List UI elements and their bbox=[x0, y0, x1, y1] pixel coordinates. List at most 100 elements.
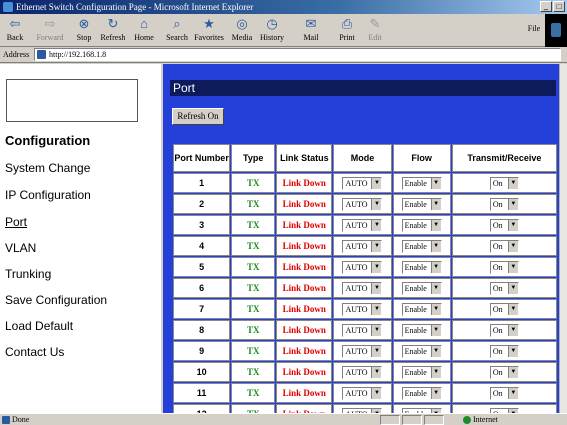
search-button[interactable]: ⌕ Search bbox=[164, 17, 190, 43]
flow-select[interactable]: Enable▼ bbox=[401, 344, 442, 358]
address-input[interactable]: http://192.168.1.8 bbox=[34, 48, 561, 61]
flow-select[interactable]: Enable▼ bbox=[401, 260, 442, 274]
dropdown-arrow-icon: ▼ bbox=[430, 303, 441, 315]
nav-ip-configuration[interactable]: IP Configuration bbox=[5, 188, 91, 202]
transmit-receive-select[interactable]: On▼ bbox=[489, 281, 519, 295]
print-button[interactable]: ⎙ Print bbox=[336, 17, 358, 43]
col-mode: Mode bbox=[333, 144, 392, 172]
minimize-button[interactable]: _ bbox=[540, 1, 552, 12]
flow-select[interactable]: Enable▼ bbox=[401, 302, 442, 316]
mode-cell: AUTO▼ bbox=[333, 215, 392, 235]
mode-select[interactable]: AUTO▼ bbox=[342, 218, 383, 232]
flow-select[interactable]: Enable▼ bbox=[401, 239, 442, 253]
transmit-receive-select[interactable]: On▼ bbox=[489, 260, 519, 274]
refresh-on-button[interactable]: Refresh On bbox=[172, 108, 224, 125]
mail-button[interactable]: ✉ Mail bbox=[300, 17, 322, 43]
dropdown-arrow-icon: ▼ bbox=[371, 303, 382, 315]
favorites-icon: ★ bbox=[203, 16, 215, 31]
flow-cell: Enable▼ bbox=[392, 173, 451, 193]
back-button[interactable]: ⇦ Back bbox=[4, 17, 26, 43]
table-row: 12TXLink DownAUTO▼Enable▼On▼ bbox=[173, 404, 557, 413]
nav-system-change[interactable]: System Change bbox=[5, 161, 90, 175]
stop-button[interactable]: ⊗ Stop bbox=[74, 16, 94, 43]
transmit-receive-select[interactable]: On▼ bbox=[489, 218, 519, 232]
type-cell: TX bbox=[231, 383, 276, 403]
mode-select[interactable]: AUTO▼ bbox=[342, 260, 383, 274]
ie-window-icon bbox=[3, 2, 13, 12]
transmit-receive-select[interactable]: On▼ bbox=[489, 365, 519, 379]
forward-button[interactable]: ⇨ Forward bbox=[36, 17, 64, 43]
media-button[interactable]: ◎ Media bbox=[230, 17, 254, 43]
transmit-receive-select[interactable]: On▼ bbox=[489, 386, 519, 400]
mode-select[interactable]: AUTO▼ bbox=[342, 197, 383, 211]
nav-port[interactable]: Port bbox=[5, 215, 27, 229]
dropdown-arrow-icon: ▼ bbox=[507, 198, 518, 210]
nav-vlan[interactable]: VLAN bbox=[5, 241, 36, 255]
edit-button[interactable]: ✎ Edit bbox=[364, 17, 386, 43]
history-button[interactable]: ◷ History bbox=[258, 17, 286, 43]
nav-load-default[interactable]: Load Default bbox=[5, 319, 73, 333]
flow-select[interactable]: Enable▼ bbox=[401, 176, 442, 190]
table-header-row: Port Number Type Link Status Mode Flow T… bbox=[173, 144, 557, 172]
port-number-cell: 11 bbox=[173, 383, 231, 403]
dropdown-arrow-icon: ▼ bbox=[371, 282, 382, 294]
transmit-receive-select[interactable]: On▼ bbox=[489, 323, 519, 337]
nav-save-configuration[interactable]: Save Configuration bbox=[5, 293, 107, 307]
mode-select[interactable]: AUTO▼ bbox=[342, 386, 383, 400]
transmit-receive-cell: On▼ bbox=[451, 383, 557, 403]
mode-select[interactable]: AUTO▼ bbox=[342, 239, 383, 253]
dropdown-arrow-icon: ▼ bbox=[507, 282, 518, 294]
status-text: Done bbox=[12, 415, 30, 424]
dropdown-arrow-icon: ▼ bbox=[371, 240, 382, 252]
mode-cell: AUTO▼ bbox=[333, 383, 392, 403]
flow-select[interactable]: Enable▼ bbox=[401, 197, 442, 211]
home-button[interactable]: ⌂ Home bbox=[132, 17, 156, 43]
favorites-button[interactable]: ★ Favorites bbox=[192, 16, 226, 43]
dropdown-arrow-icon: ▼ bbox=[430, 387, 441, 399]
nav-contact-us[interactable]: Contact Us bbox=[5, 345, 64, 359]
flow-select[interactable]: Enable▼ bbox=[401, 365, 442, 379]
mode-select[interactable]: AUTO▼ bbox=[342, 176, 383, 190]
mode-select[interactable]: AUTO▼ bbox=[342, 323, 383, 337]
dropdown-arrow-icon: ▼ bbox=[371, 366, 382, 378]
type-cell: TX bbox=[231, 320, 276, 340]
transmit-receive-select[interactable]: On▼ bbox=[489, 197, 519, 211]
flow-select[interactable]: Enable▼ bbox=[401, 218, 442, 232]
dropdown-arrow-icon: ▼ bbox=[430, 282, 441, 294]
mode-select[interactable]: AUTO▼ bbox=[342, 302, 383, 316]
type-cell: TX bbox=[231, 341, 276, 361]
flow-select[interactable]: Enable▼ bbox=[401, 323, 442, 337]
transmit-receive-cell: On▼ bbox=[451, 404, 557, 413]
refresh-button[interactable]: ↻ Refresh bbox=[98, 17, 128, 43]
table-row: 2 TX Link Down AUTO ▼ Enable ▼ On ▼ bbox=[173, 194, 557, 214]
maximize-button[interactable]: □ bbox=[553, 1, 565, 12]
link-status-cell: Link Down bbox=[276, 383, 333, 403]
port-number-cell: 3 bbox=[173, 215, 231, 235]
flow-select[interactable]: Enable▼ bbox=[401, 386, 442, 400]
nav-title: Configuration bbox=[5, 133, 91, 148]
transmit-receive-select[interactable]: On▼ bbox=[489, 344, 519, 358]
flow-cell: Enable▼ bbox=[392, 278, 451, 298]
nav-trunking[interactable]: Trunking bbox=[5, 267, 51, 281]
link-status-cell: Link Down bbox=[276, 320, 333, 340]
port-number-cell: 9 bbox=[173, 341, 231, 361]
vertical-scrollbar[interactable] bbox=[559, 64, 567, 413]
mode-select[interactable]: AUTO▼ bbox=[342, 281, 383, 295]
transmit-receive-select[interactable]: On▼ bbox=[489, 176, 519, 190]
mode-select[interactable]: AUTO▼ bbox=[342, 344, 383, 358]
window-titlebar: Ethernet Switch Configuration Page - Mic… bbox=[0, 0, 567, 14]
zone-text: Internet bbox=[473, 415, 498, 424]
flow-select[interactable]: Enable▼ bbox=[401, 281, 442, 295]
mode-cell: AUTO▼ bbox=[333, 278, 392, 298]
stop-icon: ⊗ bbox=[78, 16, 90, 31]
transmit-receive-cell: On▼ bbox=[451, 341, 557, 361]
transmit-receive-cell: On▼ bbox=[451, 215, 557, 235]
type-cell: TX bbox=[231, 236, 276, 256]
link-status-cell: Link Down bbox=[276, 236, 333, 256]
window-title: Ethernet Switch Configuration Page - Mic… bbox=[16, 2, 254, 12]
transmit-receive-select[interactable]: On▼ bbox=[489, 302, 519, 316]
address-bar: Address http://192.168.1.8 bbox=[0, 47, 567, 63]
transmit-receive-select[interactable]: On▼ bbox=[489, 239, 519, 253]
mode-select[interactable]: AUTO▼ bbox=[342, 365, 383, 379]
file-menu[interactable]: File bbox=[525, 24, 543, 33]
